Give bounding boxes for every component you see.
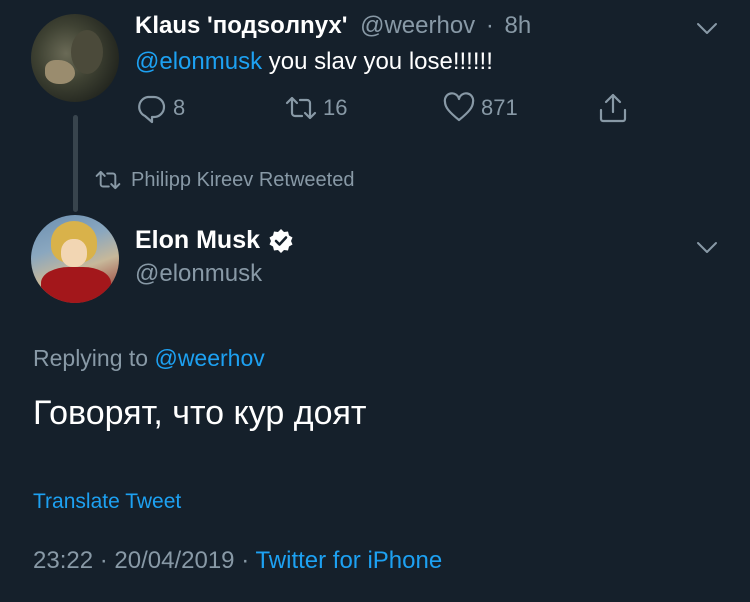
retweet-button[interactable]: 16 — [285, 90, 347, 126]
main-author-name-row[interactable]: Elon Musk — [135, 226, 294, 255]
parent-tweet-actions: 8 16 871 — [135, 90, 655, 126]
retweet-icon — [95, 170, 121, 190]
avatar-elonmusk[interactable] — [31, 215, 119, 303]
parent-author-name[interactable]: Klaus 'подsoлnух' — [135, 12, 347, 39]
parent-time-separator: · — [485, 12, 494, 39]
retweet-icon — [285, 96, 317, 120]
replying-to-prefix: Replying to — [33, 345, 155, 371]
replying-to-line: Replying to @weerhov — [33, 345, 265, 372]
footer-separator-2: · — [241, 547, 250, 574]
reply-icon — [138, 95, 166, 124]
share-icon — [599, 93, 627, 123]
parent-tweet-header: Klaus 'подsoлnух' @weerhov · 8h — [135, 12, 531, 40]
tweet-timestamp-line: 23:22 · 20/04/2019 · Twitter for iPhone — [33, 547, 442, 575]
parent-tweet-body: you slav you lose!!!!!! — [262, 48, 493, 75]
tweet-time: 23:22 — [33, 547, 94, 574]
avatar-face — [71, 30, 103, 74]
like-button[interactable]: 871 — [443, 90, 518, 126]
main-author-name[interactable]: Elon Musk — [135, 226, 260, 255]
reply-count: 8 — [173, 95, 186, 120]
replying-to-handle[interactable]: @weerhov — [154, 345, 264, 371]
reply-button[interactable]: 8 — [135, 90, 185, 126]
main-author-handle[interactable]: @elonmusk — [135, 260, 262, 288]
translate-tweet-link[interactable]: Translate Tweet — [33, 490, 181, 514]
retweet-count: 16 — [323, 95, 348, 120]
footer-separator-1: · — [99, 547, 108, 574]
avatar-coat — [41, 267, 111, 303]
retweeted-by-text: Philipp Kireev Retweeted — [131, 168, 355, 191]
share-button[interactable] — [597, 90, 635, 126]
heart-icon — [443, 92, 475, 122]
avatar-hand — [45, 60, 75, 84]
avatar-face — [61, 239, 87, 267]
retweeted-by-label[interactable]: Philipp Kireev Retweeted — [95, 167, 354, 193]
parent-tweet-time[interactable]: 8h — [505, 12, 532, 39]
parent-author-handle[interactable]: @weerhov — [360, 12, 475, 39]
thread-connector-line — [73, 115, 78, 212]
tweet-detail-screen: Klaus 'подsoлnух' @weerhov · 8h @elonmus… — [0, 0, 750, 602]
chevron-down-icon[interactable] — [695, 235, 719, 259]
chevron-down-icon[interactable] — [695, 16, 719, 40]
avatar-weerhov[interactable] — [31, 14, 119, 102]
main-tweet-text: Говорят, что кур доят — [33, 394, 367, 432]
mention-link[interactable]: @elonmusk — [135, 48, 262, 75]
like-count: 871 — [481, 95, 518, 120]
parent-tweet-text: @elonmusk you slav you lose!!!!!! — [135, 48, 493, 76]
verified-badge-icon — [269, 228, 293, 253]
tweet-date: 20/04/2019 — [114, 547, 235, 574]
tweet-source-link[interactable]: Twitter for iPhone — [255, 547, 442, 574]
